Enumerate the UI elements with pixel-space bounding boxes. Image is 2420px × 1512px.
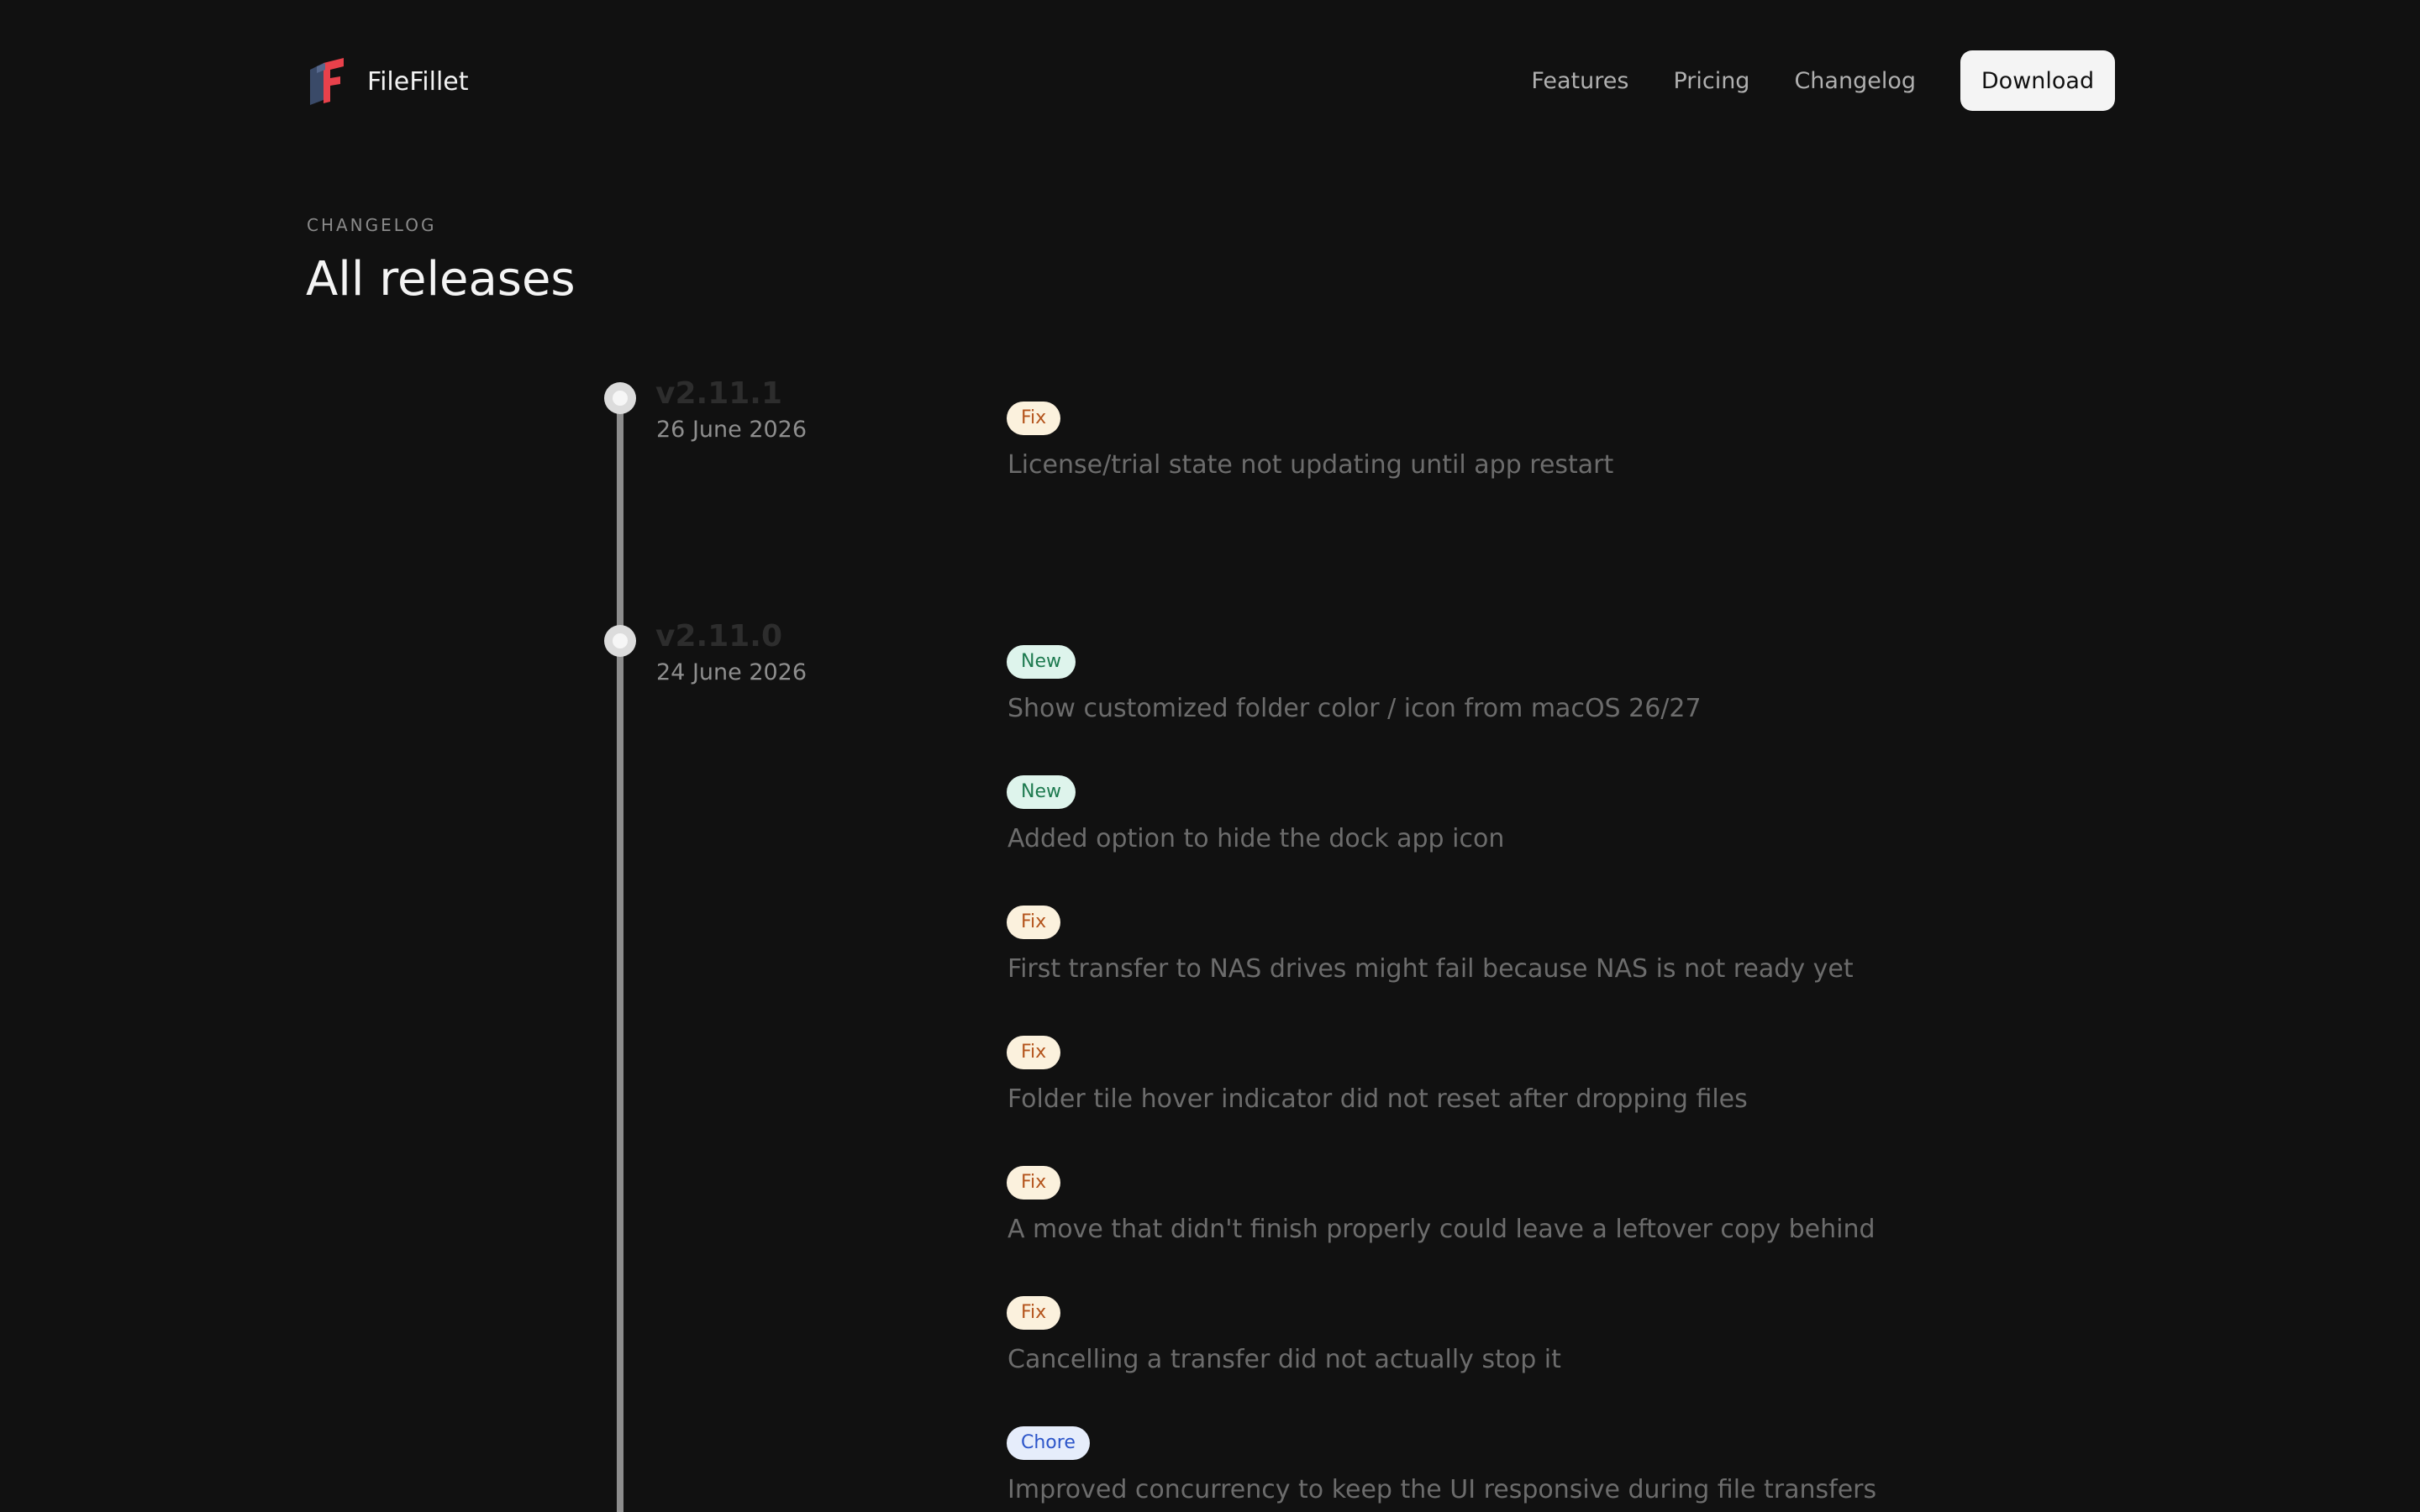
entry-text: Improved concurrency to keep the UI resp… bbox=[1007, 1475, 1877, 1504]
entry-text: A move that didn't finish properly could… bbox=[1007, 1215, 1876, 1244]
fix-badge: Fix bbox=[1007, 402, 1061, 435]
download-button[interactable]: Download bbox=[1960, 50, 2115, 111]
new-badge: New bbox=[1007, 645, 1076, 679]
changelog-entry: Fix License/trial state not updating unt… bbox=[1007, 402, 1613, 480]
chore-badge: Chore bbox=[1007, 1426, 1090, 1460]
entry-text: First transfer to NAS drives might fail … bbox=[1007, 954, 1854, 984]
entry-text: Folder tile hover indicator did not rese… bbox=[1007, 1084, 1748, 1114]
release-version: v2.11.0 bbox=[655, 619, 783, 654]
entry-text: Added option to hide the dock app icon bbox=[1007, 824, 1505, 853]
changelog-page: FileFillet Features Pricing Changelog Do… bbox=[0, 0, 2420, 1512]
release-date: 24 June 2026 bbox=[656, 659, 808, 685]
brand-logo[interactable]: FileFillet bbox=[307, 58, 469, 105]
entry-text: Show customized folder color / icon from… bbox=[1007, 694, 1702, 723]
timeline-dot bbox=[604, 625, 636, 657]
changelog-entry: New Show customized folder color / icon … bbox=[1007, 645, 1702, 723]
changelog-entry: Fix Folder tile hover indicator did not … bbox=[1007, 1036, 1748, 1114]
timeline-dot bbox=[604, 382, 636, 414]
changelog-entry: New Added option to hide the dock app ic… bbox=[1007, 775, 1504, 853]
main-nav: Features Pricing Changelog Download bbox=[1531, 50, 2115, 111]
site-header: FileFillet Features Pricing Changelog Do… bbox=[307, 50, 2115, 111]
new-badge: New bbox=[1007, 775, 1076, 809]
fix-badge: Fix bbox=[1007, 1036, 1061, 1069]
changelog-entry: Chore Improved concurrency to keep the U… bbox=[1007, 1426, 1876, 1504]
changelog-entry: Fix First transfer to NAS drives might f… bbox=[1007, 906, 1854, 984]
fix-badge: Fix bbox=[1007, 906, 1061, 939]
release-version: v2.11.1 bbox=[655, 376, 783, 411]
timeline-line bbox=[617, 398, 623, 1512]
changelog-entry: Fix A move that didn't finish properly c… bbox=[1007, 1166, 1876, 1244]
page-title: All releases bbox=[306, 252, 576, 307]
nav-link-features[interactable]: Features bbox=[1531, 68, 1628, 94]
fix-badge: Fix bbox=[1007, 1296, 1061, 1330]
brand-name: FileFillet bbox=[367, 66, 469, 97]
fix-badge: Fix bbox=[1007, 1166, 1061, 1200]
entry-text: Cancelling a transfer did not actually s… bbox=[1007, 1345, 1561, 1374]
nav-link-pricing[interactable]: Pricing bbox=[1673, 68, 1749, 94]
release-date: 26 June 2026 bbox=[656, 417, 808, 443]
nav-link-changelog[interactable]: Changelog bbox=[1794, 68, 1916, 94]
section-eyebrow: CHANGELOG bbox=[307, 215, 437, 235]
entry-text: License/trial state not updating until a… bbox=[1007, 450, 1614, 480]
filefillet-logo-icon bbox=[310, 58, 344, 105]
changelog-entry: Fix Cancelling a transfer did not actual… bbox=[1007, 1296, 1561, 1374]
